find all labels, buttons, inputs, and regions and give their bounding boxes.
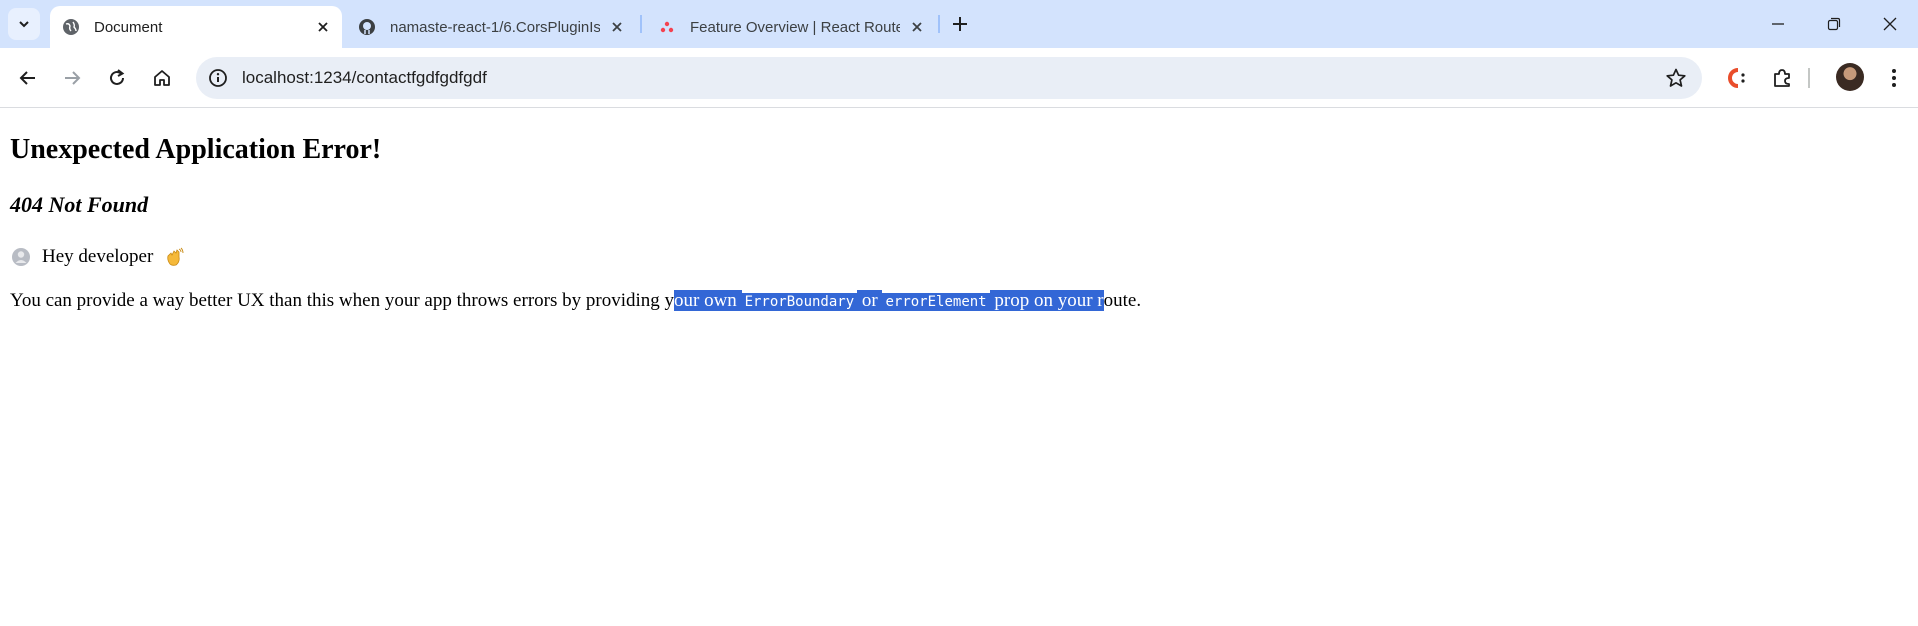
reload-icon <box>110 69 125 85</box>
extensions-button[interactable] <box>1768 64 1796 92</box>
site-info-icon[interactable] <box>204 64 232 92</box>
cors-extension-icon <box>1728 68 1745 88</box>
page-content: Unexpected Application Error! 404 Not Fo… <box>0 108 1918 626</box>
profile-avatar[interactable] <box>1836 63 1864 91</box>
close-icon[interactable] <box>608 18 626 36</box>
plus-icon <box>953 17 967 31</box>
toolbar-divider <box>1808 68 1810 88</box>
home-button[interactable] <box>148 64 176 92</box>
error-status: 404 Not Found <box>10 192 149 217</box>
chevron-down-icon <box>19 21 29 28</box>
home-icon <box>154 70 170 86</box>
github-icon <box>358 18 376 36</box>
error-heading: Unexpected Application Error! <box>10 134 382 165</box>
browser-toolbar: localhost:1234/contactfgdfgdfgdf <box>0 48 1918 108</box>
more-vert-icon <box>1892 69 1896 87</box>
code-error-element: errorElement <box>882 293 990 311</box>
help-text: oute. <box>1103 290 1142 311</box>
globe-icon <box>62 18 80 36</box>
bookmark-star-icon[interactable] <box>1664 66 1688 90</box>
close-icon[interactable] <box>314 18 332 36</box>
close-icon[interactable] <box>908 18 926 36</box>
puzzle-icon <box>1774 69 1790 87</box>
tab-separator <box>938 15 940 33</box>
tab-search-button[interactable] <box>8 8 40 40</box>
tab-title: Feature Overview | React Router <box>690 18 900 36</box>
arrow-right-icon <box>65 71 81 85</box>
new-tab-button[interactable] <box>948 12 972 36</box>
extension-cors-button[interactable] <box>1722 64 1750 92</box>
close-window-button[interactable] <box>1878 12 1902 36</box>
developer-emoji-icon <box>10 246 32 268</box>
minimize-icon <box>1772 23 1784 25</box>
developer-message-text: Hey developer <box>42 246 154 267</box>
restore-icon <box>1827 17 1841 31</box>
tab-strip: Document namaste-react-1/6.CorsPluginIs <box>0 0 1918 48</box>
tab-react-router[interactable]: Feature Overview | React Router <box>646 6 936 48</box>
forward-button[interactable] <box>58 64 86 92</box>
help-text: You can provide a way better UX than thi… <box>10 290 674 311</box>
tab-github[interactable]: namaste-react-1/6.CorsPluginIs <box>346 6 636 48</box>
tab-document[interactable]: Document <box>50 6 342 48</box>
help-text: or <box>861 290 878 311</box>
developer-message: Hey developer <box>10 246 185 268</box>
minimize-button[interactable] <box>1766 12 1790 36</box>
reload-button[interactable] <box>103 64 131 92</box>
tab-title: namaste-react-1/6.CorsPluginIs <box>390 18 600 36</box>
help-text: our own <box>674 290 737 311</box>
help-paragraph: You can provide a way better UX than thi… <box>10 290 1141 312</box>
tab-separator <box>640 15 642 33</box>
arrow-left-icon <box>19 71 35 85</box>
waving-hand-icon <box>163 246 185 268</box>
address-bar[interactable]: localhost:1234/contactfgdfgdfgdf <box>196 57 1702 99</box>
help-text: prop on your r <box>994 290 1104 311</box>
url-text[interactable]: localhost:1234/contactfgdfgdfgdf <box>242 68 487 88</box>
back-button[interactable] <box>14 64 42 92</box>
close-icon <box>1883 17 1897 31</box>
menu-button[interactable] <box>1880 64 1908 92</box>
restore-button[interactable] <box>1822 12 1846 36</box>
react-router-icon <box>658 18 676 36</box>
code-error-boundary: ErrorBoundary <box>741 293 858 311</box>
tab-title: Document <box>94 18 163 36</box>
